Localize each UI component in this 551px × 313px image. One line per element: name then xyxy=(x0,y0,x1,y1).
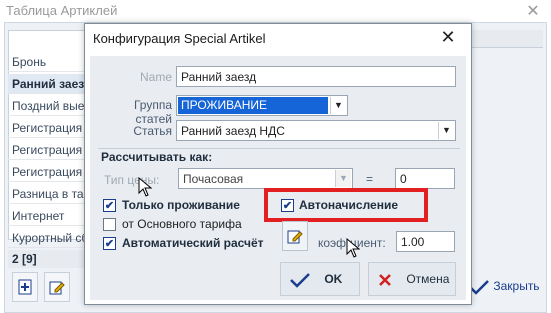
cancel-button[interactable]: Отмена xyxy=(368,262,456,296)
dialog-close-icon[interactable]: ✕ xyxy=(436,27,460,49)
from-base-tariff-checkbox[interactable] xyxy=(103,218,116,231)
close-window-label: Закрыть xyxy=(493,279,540,294)
auto-calc-label: Автоматический расчёт xyxy=(122,236,264,250)
equals-sign: = xyxy=(366,172,374,186)
auto-calc-checkbox[interactable]: ✔ xyxy=(103,237,116,250)
table-row[interactable]: Регистрация Ин xyxy=(8,162,94,182)
dialog-title: Конфигурация Special Artikel xyxy=(85,24,471,52)
name-field[interactable]: Ранний заезд xyxy=(176,66,456,87)
table-row[interactable]: Курортный сбор xyxy=(8,228,94,248)
close-window-button[interactable]: Закрыть xyxy=(460,272,544,304)
edit-formula-button[interactable] xyxy=(282,221,308,251)
edit-icon[interactable] xyxy=(44,272,70,302)
only-accommodation-checkbox[interactable]: ✔ xyxy=(103,199,116,212)
equals-value-field[interactable]: 0 xyxy=(395,168,455,189)
background-window-title: Таблица Артиклей xyxy=(0,0,551,22)
chevron-down-icon: ▼ xyxy=(335,170,351,187)
ok-label: OK xyxy=(324,272,343,287)
article-selected-value: Ранний заезд НДС xyxy=(181,124,285,138)
table-row[interactable]: Регистрация СНГ xyxy=(8,140,94,160)
table-row[interactable]: Ранний заезд xyxy=(8,74,94,94)
mouse-cursor-icon xyxy=(138,177,152,197)
grid-status: 2 [9] xyxy=(8,250,94,268)
highlight-box xyxy=(264,188,428,222)
price-type-value: Почасовая xyxy=(183,172,244,186)
table-row[interactable]: Поздний выезд xyxy=(8,96,94,116)
group-label: Группа статей xyxy=(133,98,172,126)
table-row[interactable]: Регистрация РФ xyxy=(8,118,94,138)
table-row[interactable]: Бронь xyxy=(8,52,94,72)
price-type-select[interactable]: Почасовая ▼ xyxy=(178,168,353,189)
background-close-icon[interactable]: ✕ xyxy=(520,1,546,21)
group-selected-value: ПРОЖИВАНИЕ xyxy=(178,97,328,114)
chevron-down-icon: ▼ xyxy=(438,122,454,139)
cancel-label: Отмена xyxy=(406,272,450,287)
article-select[interactable]: Ранний заезд НДС ▼ xyxy=(176,120,456,141)
from-base-tariff-label: от Основного тарифа xyxy=(122,217,242,231)
name-label: Name xyxy=(139,70,172,84)
chevron-down-icon: ▼ xyxy=(330,97,346,114)
coefficient-field[interactable]: 1.00 xyxy=(396,231,455,252)
group-select[interactable]: ПРОЖИВАНИЕ ▼ xyxy=(176,95,348,116)
ok-button[interactable]: OK xyxy=(280,262,360,296)
add-icon[interactable] xyxy=(12,272,38,302)
mouse-cursor-icon xyxy=(346,238,360,258)
article-label: Статья xyxy=(133,124,172,138)
calculation-group-label: Рассчитывать как: xyxy=(101,150,213,164)
price-type-label: Тип цены: xyxy=(104,173,160,187)
only-accommodation-label: Только проживание xyxy=(122,198,240,212)
table-row[interactable]: Разница в тарифе xyxy=(8,184,94,204)
table-row[interactable]: Интернет xyxy=(8,206,94,226)
